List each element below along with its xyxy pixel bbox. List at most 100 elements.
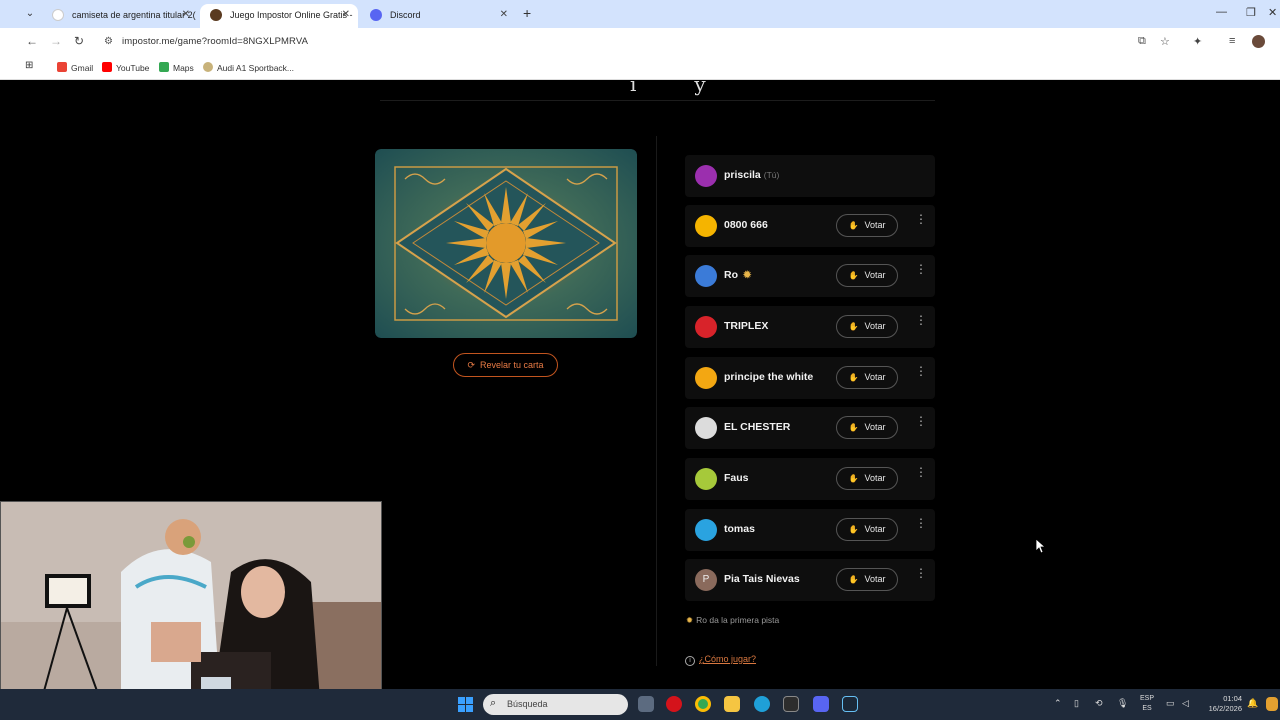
tab-discord[interactable]: Discord ✕ — [360, 4, 516, 28]
more-options-icon[interactable]: ⋮ — [915, 567, 927, 579]
reveal-card-button[interactable]: ⟳ Revelar tu carta — [453, 353, 558, 377]
how-to-play-link[interactable]: i ¿Cómo jugar? — [685, 654, 756, 666]
maximize-button[interactable]: ❐ — [1246, 6, 1256, 19]
discord-icon — [370, 9, 382, 21]
search-placeholder: Búsqueda — [507, 699, 548, 709]
more-options-icon[interactable]: ⋮ — [915, 314, 927, 326]
player-name: Pia Tais Nievas — [724, 573, 800, 585]
bookmark-star-icon[interactable]: ☆ — [1160, 35, 1170, 48]
media-control-icon[interactable]: ≡ — [1229, 35, 1235, 47]
bookmark-youtube[interactable]: YouTube — [102, 62, 149, 73]
minimize-button[interactable]: — — [1216, 6, 1227, 18]
player-name: priscila (Tú) — [724, 169, 779, 181]
install-icon[interactable]: ⧉ — [1138, 35, 1146, 48]
card-back-art — [375, 149, 637, 338]
bookmark-maps[interactable]: Maps — [159, 62, 194, 73]
column-divider — [656, 136, 657, 666]
vote-button[interactable]: ✋ Votar — [836, 214, 898, 237]
tab-title: Juego Impostor Online Gratis - — [230, 10, 353, 20]
task-view-icon[interactable] — [638, 696, 654, 712]
extensions-icon[interactable]: ✦ — [1193, 35, 1202, 48]
bookmark-gmail[interactable]: Gmail — [57, 62, 93, 73]
network-icon[interactable]: ▭ — [1166, 698, 1175, 709]
vote-button[interactable]: ✋ Votar — [836, 467, 898, 490]
mouse-cursor-icon — [1035, 538, 1047, 554]
back-button[interactable]: ← — [26, 34, 38, 48]
player-row: 0800 666 ✋ Votar ⋮ — [685, 205, 935, 247]
edge-icon[interactable] — [754, 696, 770, 712]
notification-bell-icon[interactable]: 🔔 — [1247, 698, 1258, 709]
more-options-icon[interactable]: ⋮ — [915, 517, 927, 529]
vote-button[interactable]: ✋ Votar — [836, 518, 898, 541]
site-info-icon[interactable]: ⚙ — [104, 36, 113, 47]
vote-button[interactable]: ✋ Votar — [836, 416, 898, 439]
first-turn-sun-icon: ✹ — [743, 270, 752, 281]
more-options-icon[interactable]: ⋮ — [915, 365, 927, 377]
search-icon: ⌕ — [490, 697, 497, 709]
tray-overflow-icon[interactable]: ⌃ — [1054, 698, 1062, 709]
vote-button[interactable]: ✋ Votar — [836, 315, 898, 338]
tab-title: Discord — [390, 10, 421, 20]
microphone-icon[interactable]: 🎙 — [1117, 698, 1128, 709]
maps-icon — [159, 62, 169, 72]
player-name: Ro ✹ — [724, 269, 751, 281]
vote-button[interactable]: ✋ Votar — [836, 264, 898, 287]
language-indicator[interactable]: ESP ES — [1140, 694, 1154, 714]
xbox-icon[interactable] — [783, 696, 799, 712]
system-clock[interactable]: 01:04 16/2/2026 — [1202, 694, 1242, 714]
new-tab-button[interactable]: + — [523, 5, 531, 21]
steam-icon[interactable] — [842, 696, 858, 712]
avatar — [695, 367, 717, 389]
avatar — [695, 265, 717, 287]
opera-icon[interactable] — [666, 696, 682, 712]
apps-icon[interactable]: ⊞ — [25, 60, 33, 71]
discord-icon[interactable] — [813, 696, 829, 712]
close-icon[interactable]: ✕ — [500, 9, 508, 20]
avatar — [695, 468, 717, 490]
impostor-favicon-icon — [210, 9, 222, 21]
avatar: P — [695, 569, 717, 591]
hand-icon: ✋ — [848, 322, 859, 331]
close-icon[interactable]: ✕ — [342, 9, 350, 20]
windows-start-icon[interactable] — [458, 697, 473, 712]
avatar — [695, 165, 717, 187]
more-options-icon[interactable]: ⋮ — [915, 213, 927, 225]
hand-icon: ✋ — [848, 221, 859, 230]
vote-button[interactable]: ✋ Votar — [836, 568, 898, 591]
vote-button[interactable]: ✋ Votar — [836, 366, 898, 389]
profile-avatar[interactable] — [1252, 35, 1265, 48]
taskbar-search[interactable]: ⌕ Búsqueda — [483, 694, 628, 715]
bookmark-audi[interactable]: Audi A1 Sportback... — [203, 62, 294, 73]
more-options-icon[interactable]: ⋮ — [915, 466, 927, 478]
hand-icon: ✋ — [848, 575, 859, 584]
chrome-icon[interactable] — [695, 696, 711, 712]
hidden-card[interactable] — [375, 149, 637, 338]
clock-date: 16/2/2026 — [1208, 704, 1242, 713]
close-icon[interactable]: ✕ — [182, 9, 190, 20]
tab-search-button[interactable]: ⌄ — [22, 6, 38, 22]
volume-icon[interactable]: ◁ — [1182, 698, 1189, 709]
address-bar[interactable]: impostor.me/game?roomId=8NGXLPMRVA — [122, 36, 308, 47]
usb-icon[interactable]: ▯ — [1074, 698, 1079, 709]
close-window-button[interactable]: ✕ — [1268, 6, 1277, 19]
player-row: Ro ✹ ✋ Votar ⋮ — [685, 255, 935, 297]
player-row: principe the white ✋ Votar ⋮ — [685, 357, 935, 399]
player-name-text: priscila — [724, 169, 761, 181]
hand-icon: ✋ — [848, 373, 859, 382]
more-options-icon[interactable]: ⋮ — [915, 415, 927, 427]
reload-button[interactable]: ↻ — [74, 34, 84, 48]
tab-impostor[interactable]: Juego Impostor Online Gratis - ✕ — [200, 4, 358, 28]
sync-icon[interactable]: ⟲ — [1095, 698, 1103, 709]
tab-title: camiseta de argentina titular 2( — [72, 10, 196, 20]
info-icon: i — [685, 656, 695, 666]
hand-icon: ✋ — [848, 525, 859, 534]
forward-button[interactable]: → — [50, 34, 62, 48]
google-icon — [52, 9, 64, 21]
widget-icon[interactable] — [1266, 697, 1278, 711]
tab-camiseta[interactable]: camiseta de argentina titular 2( ✕ — [42, 4, 198, 28]
more-options-icon[interactable]: ⋮ — [915, 263, 927, 275]
file-explorer-icon[interactable] — [724, 696, 740, 712]
first-clue-note: ✹ Ro da la primera pista — [686, 615, 780, 625]
player-name: Faus — [724, 472, 749, 484]
player-name: principe the white — [724, 371, 814, 383]
